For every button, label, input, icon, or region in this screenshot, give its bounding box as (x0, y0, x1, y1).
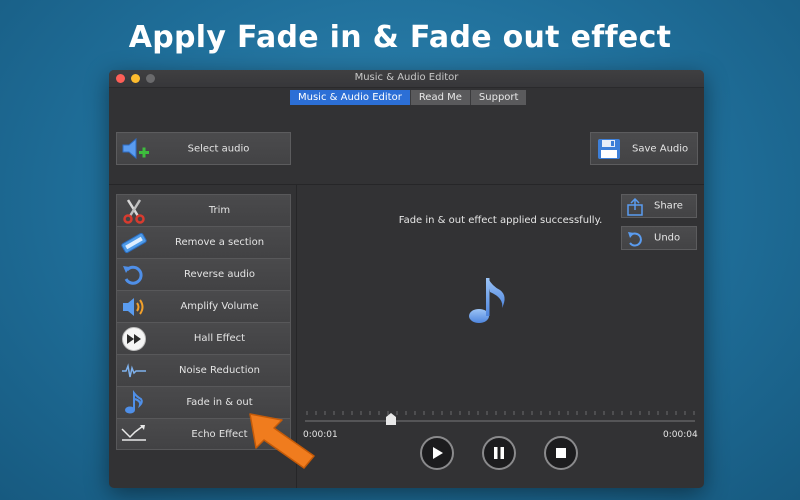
save-audio-label: Save Audio (632, 143, 689, 154)
tab-bar: Music & Audio Editor Read Me Support (290, 90, 527, 105)
undo-icon (628, 232, 642, 247)
playback-track[interactable] (305, 420, 695, 422)
play-icon (433, 447, 443, 459)
tab-support[interactable]: Support (470, 90, 527, 105)
total-time: 0:00:04 (663, 430, 698, 440)
share-button[interactable]: Share (621, 194, 697, 218)
undo-button[interactable]: Undo (621, 226, 697, 250)
reverse-arrow-icon (123, 265, 143, 285)
menu-item-label: Remove a section (174, 237, 265, 248)
menu-item-noise-reduction[interactable]: Noise Reduction (116, 354, 291, 386)
menu-item-label: Noise Reduction (179, 365, 260, 376)
select-audio-label: Select audio (187, 143, 250, 154)
window-title: Music & Audio Editor (354, 72, 459, 83)
waveform-icon (122, 363, 146, 378)
scissors-icon (123, 199, 145, 224)
app-window: Music & Audio Editor Music & Audio Edito… (109, 70, 704, 488)
pause-button[interactable] (482, 436, 516, 470)
select-audio-button[interactable]: Select audio (116, 132, 291, 165)
share-label: Share (654, 200, 683, 212)
remove-ticket-icon (121, 232, 147, 254)
timeline-ticks (306, 411, 695, 415)
toolbar-divider (109, 184, 704, 185)
menu-item-label: Reverse audio (183, 269, 256, 280)
menu-item-hall-effect[interactable]: Hall Effect (116, 322, 291, 354)
speaker-volume-icon (123, 298, 144, 316)
floppy-disk-icon (598, 139, 620, 159)
play-button[interactable] (420, 436, 454, 470)
tab-read-me[interactable]: Read Me (410, 90, 471, 105)
title-bar[interactable]: Music & Audio Editor (109, 70, 704, 88)
menu-item-remove-section[interactable]: Remove a section (116, 226, 291, 258)
menu-item-label: Trim (208, 205, 231, 216)
music-note-icon (125, 390, 143, 414)
tab-music-audio-editor[interactable]: Music & Audio Editor (290, 90, 411, 105)
save-audio-button[interactable]: Save Audio (590, 132, 698, 165)
menu-item-label: Hall Effect (193, 333, 246, 344)
menu-item-label: Amplify Volume (180, 301, 259, 312)
echo-arrows-icon (121, 425, 146, 441)
music-note-icon (469, 278, 505, 323)
menu-item-reverse-audio[interactable]: Reverse audio (116, 258, 291, 290)
pointer-arrow-icon (249, 413, 315, 469)
pause-icon (494, 447, 504, 459)
undo-label: Undo (654, 232, 681, 244)
playback-slider-thumb[interactable] (385, 413, 396, 425)
stop-icon (556, 448, 566, 458)
fast-forward-icon (122, 327, 146, 351)
promo-headline: Apply Fade in & Fade out effect (128, 20, 672, 55)
menu-item-trim[interactable]: Trim (116, 194, 291, 226)
menu-item-amplify-volume[interactable]: Amplify Volume (116, 290, 291, 322)
stop-button[interactable] (544, 436, 578, 470)
share-icon (627, 198, 643, 216)
